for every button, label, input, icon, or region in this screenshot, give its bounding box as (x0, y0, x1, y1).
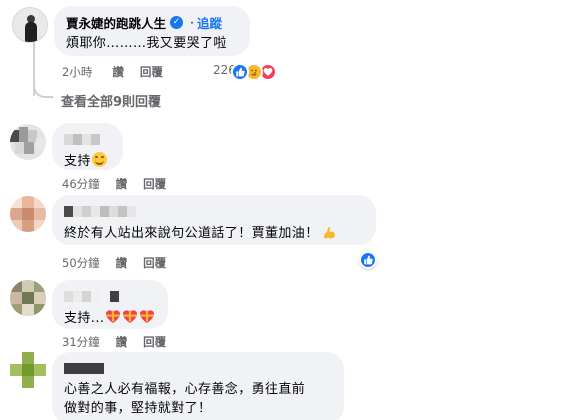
comment-actions: 31分鐘 讚 回覆 (62, 334, 190, 350)
comment-text: 支持 (64, 154, 91, 169)
flexed-biceps-icon (323, 227, 335, 239)
like-icon (231, 63, 249, 81)
thread-connector (33, 84, 53, 98)
comment-author-blurred[interactable] (64, 203, 364, 220)
like-button[interactable]: 讚 (116, 334, 128, 350)
comment-text: 煩耶你………我又要哭了啦 (66, 36, 227, 51)
like-button[interactable]: 讚 (112, 64, 124, 80)
comment-text: 終於有人站出來說句公道話了！賈董加油！ (64, 226, 319, 241)
reply-button[interactable]: 回覆 (143, 255, 166, 271)
reply-button[interactable]: 回覆 (143, 176, 166, 192)
separator-dot: · (190, 15, 194, 30)
comment-bubble: 賈永婕的跑跳人生 ✓ · 追蹤 煩耶你………我又要哭了啦 (54, 6, 250, 56)
comment-author-blurred[interactable] (64, 288, 156, 305)
comment-text: 支持... (64, 311, 105, 326)
comment-timestamp[interactable]: 31分鐘 (62, 334, 100, 350)
avatar[interactable] (12, 7, 48, 43)
comment-timestamp[interactable]: 2小時 (62, 64, 92, 80)
view-all-replies-link[interactable]: 查看全部9則回覆 (61, 91, 161, 110)
comment-bubble: 支持 (52, 123, 123, 170)
heart-with-ribbon-icon (123, 310, 138, 323)
avatar[interactable] (10, 280, 46, 316)
comment-bubble: 心善之人必有福報，心存善念，勇往直前 做對的事，堅持就對了！ (52, 352, 344, 420)
comment-bubble: 支持... (52, 280, 168, 329)
comment-bubble: 終於有人站出來說句公道話了！賈董加油！ (52, 195, 376, 245)
heart-with-ribbon-icon (106, 310, 121, 323)
comment-timestamp[interactable]: 50分鐘 (62, 255, 100, 271)
comment-text: 做對的事，堅持就對了！ (64, 401, 212, 416)
comment-author-blurred[interactable] (64, 360, 332, 377)
comment-text: 心善之人必有福報，心存善念，勇往直前 (64, 382, 306, 397)
comment-text-row: 終於有人站出來說句公道話了！賈董加油！ (64, 224, 364, 243)
reply-button[interactable]: 回覆 (143, 334, 166, 350)
comment-author-row: 賈永婕的跑跳人生 ✓ · 追蹤 (66, 14, 238, 31)
comment-timestamp[interactable]: 46分鐘 (62, 176, 100, 192)
comment-author[interactable]: 賈永婕的跑跳人生 (66, 13, 166, 32)
like-button[interactable]: 讚 (116, 255, 128, 271)
avatar[interactable] (10, 196, 46, 232)
comment-text-row: 支持 (64, 152, 111, 171)
follow-button[interactable]: 追蹤 (197, 13, 222, 32)
like-button[interactable]: 讚 (116, 176, 128, 192)
comment-actions: 50分鐘 讚 回覆 (62, 255, 190, 271)
comment-text-row: 支持... (64, 309, 156, 328)
verified-badge-icon: ✓ (170, 16, 184, 29)
like-icon[interactable] (359, 251, 377, 269)
heart-with-ribbon-icon (140, 310, 155, 323)
reply-button[interactable]: 回覆 (140, 64, 163, 80)
avatar[interactable] (10, 352, 46, 388)
reaction-summary[interactable] (231, 63, 291, 83)
comment-actions: 2小時 讚 回覆 (62, 64, 187, 80)
smiling-face-icon (91, 152, 107, 167)
comment-actions: 46分鐘 讚 回覆 (62, 176, 190, 192)
comment-author-blurred[interactable] (64, 131, 111, 148)
avatar[interactable] (10, 124, 46, 160)
